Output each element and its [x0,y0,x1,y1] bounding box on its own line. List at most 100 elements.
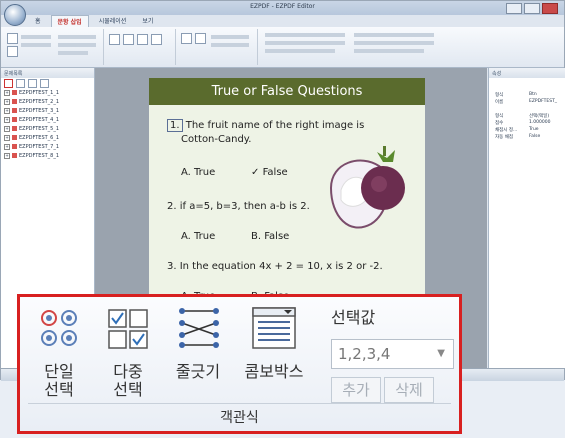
line-connect-icon[interactable] [137,34,148,45]
expand-icon[interactable]: + [4,89,10,96]
single-choice-icon[interactable] [40,309,78,347]
single-choice-label[interactable]: 단일 선택 [38,363,80,399]
list-item-label: EZPDFTEST_2_1 [19,98,60,105]
line-connect-label[interactable]: 줄긋기 [170,363,226,381]
maximize-button[interactable] [524,3,540,14]
app-menu-button[interactable] [4,4,26,26]
delete-icon[interactable] [4,79,13,88]
insert-icon[interactable] [181,33,192,44]
question-3: 3. In the equation 4x + 2 = 10, x is 2 o… [167,261,383,272]
list-item-label: EZPDFTEST_5_1 [19,125,60,132]
question-2: 2. if a=5, b=3, then a-b is 2. [167,201,310,212]
property-value: False [529,134,541,139]
list-item[interactable]: + EZPDFTEST_2_1 [1,97,94,106]
expand-icon[interactable]: + [4,107,10,114]
property-row[interactable]: 이름 EZPDFTEST_ [489,99,565,106]
multi-choice-label[interactable]: 다중 선택 [106,363,150,399]
answer-b-option[interactable]: ✓ False [251,167,288,179]
ribbon [1,27,564,68]
list-item-label: EZPDFTEST_8_1 [19,152,60,159]
left-panel-title: 문제목록 [1,68,94,78]
select-value-label: 선택값 [331,308,376,327]
list-item-label: EZPDFTEST_3_1 [19,107,60,114]
left-panel-toolbar [1,78,94,88]
properties-title: 속성 [489,68,565,78]
list-item[interactable]: + EZPDFTEST_5_1 [1,124,94,133]
property-key: 점수 [495,121,504,126]
property-key: 자동 채점 [495,135,513,140]
delete-button[interactable]: 삭제 [384,377,434,403]
property-value: 1.000000 [529,120,551,125]
ribbon-group-3 [177,29,258,65]
question-icon [12,99,17,104]
add-button[interactable]: 추가 [331,377,381,403]
check-icon[interactable] [40,79,49,88]
mangosteen-image [329,146,405,229]
expand-icon[interactable]: + [4,143,10,150]
expand-icon[interactable]: + [4,134,10,141]
list-item[interactable]: + EZPDFTEST_6_1 [1,133,94,142]
close-button[interactable] [542,3,558,14]
expand-icon[interactable]: + [4,98,10,105]
property-row[interactable]: 자동 채점 False [489,134,565,141]
question-icon [12,117,17,122]
answer-a[interactable]: A. True [181,167,215,179]
list-item-label: EZPDFTEST_6_1 [19,134,60,141]
combobox-icon[interactable] [151,34,162,45]
list-item[interactable]: + EZPDFTEST_7_1 [1,142,94,151]
multi-choice-icon[interactable] [108,309,148,349]
property-value: EZPDFTEST_ [529,99,558,104]
answer-a[interactable]: A. True [181,231,215,243]
property-value: True [529,127,539,132]
chevron-down-icon[interactable]: ▼ [437,340,445,368]
property-value: 선택(택일) [529,114,550,119]
multi-choice-icon[interactable] [123,34,134,45]
group-divider [28,403,451,404]
answer-b[interactable]: B. False [251,231,289,243]
tab-simulation[interactable]: 시뮬레이션 [93,15,133,27]
tab-home[interactable]: 홈 [29,15,47,27]
minimize-button[interactable] [506,3,522,14]
question-icon [12,153,17,158]
tab-view[interactable]: 보기 [136,15,159,27]
zoom-callout: 단일 선택 다중 선택 줄긋기 콤보박스 선택값 1,2,3,4 ▼ 추가 삭제… [17,294,462,434]
question-icon [12,135,17,140]
list-item[interactable]: + EZPDFTEST_4_1 [1,115,94,124]
property-row[interactable]: 형식 선택(택일) [489,113,565,120]
title-bar: EZPDF - EZPDF Editor [1,1,564,15]
down-icon[interactable] [28,79,37,88]
checkmark-icon: ✓ [251,167,260,178]
window-title: EZPDF - EZPDF Editor [250,3,315,10]
line-connect-icon[interactable] [176,305,222,351]
property-row[interactable]: 채점시 정... True [489,127,565,134]
property-key: 형식 [495,114,504,119]
property-key: 이름 [495,100,504,105]
list-item[interactable]: + EZPDFTEST_3_1 [1,106,94,115]
expand-icon[interactable]: + [4,125,10,132]
question-icon [12,144,17,149]
up-icon[interactable] [16,79,25,88]
question-text: The fruit name of the right image is [185,120,365,131]
list-item-label: EZPDFTEST_1_1 [19,89,60,96]
single-choice-icon[interactable] [109,34,120,45]
property-row[interactable]: 형식 Btn [489,92,565,99]
question-icon [12,126,17,131]
tab-insert-question[interactable]: 문항 삽입 [50,15,89,27]
list-item[interactable]: + EZPDFTEST_8_1 [1,151,94,160]
radio-icon[interactable] [7,33,18,44]
combobox-label[interactable]: 콤보박스 [238,363,310,381]
ribbon-group-4 [259,29,459,65]
question-number[interactable]: 1. [167,119,183,132]
select-value-text: 1,2,3,4 [338,345,391,363]
property-row[interactable]: 점수 1.000000 [489,120,565,127]
question-1: 1. The fruit name of the right image is [167,119,365,132]
combobox-icon[interactable] [252,307,296,349]
option-icon[interactable] [7,46,18,57]
expand-icon[interactable]: + [4,116,10,123]
expand-icon[interactable]: + [4,152,10,159]
question-text-line2: Cotton-Candy. [181,134,252,145]
edit-icon[interactable] [195,33,206,44]
select-value-dropdown[interactable]: 1,2,3,4 ▼ [331,339,454,369]
list-item[interactable]: + EZPDFTEST_1_1 [1,88,94,97]
question-icon [12,108,17,113]
